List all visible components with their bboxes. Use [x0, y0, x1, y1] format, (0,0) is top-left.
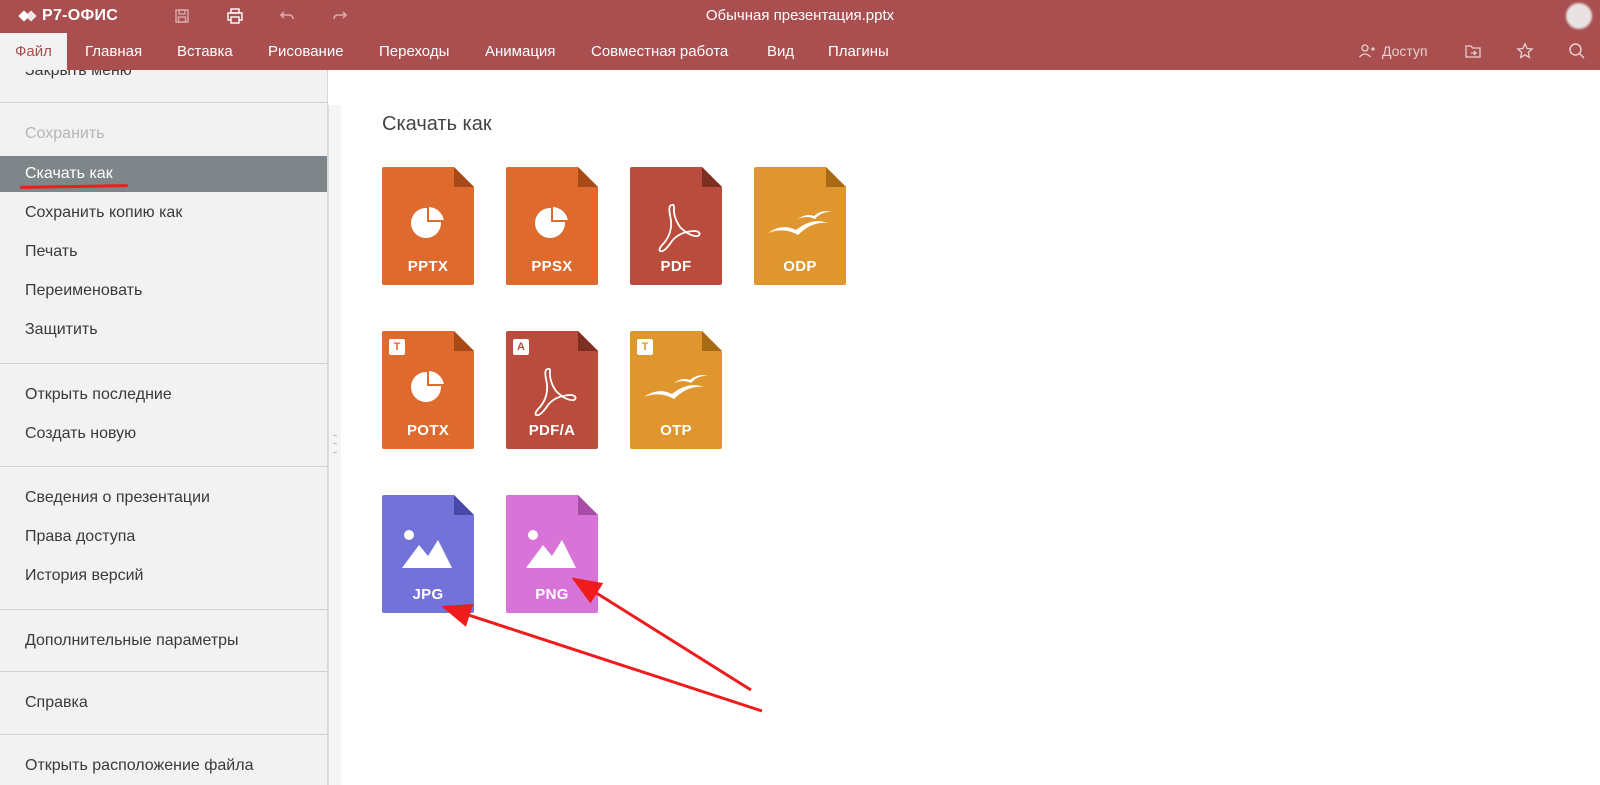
share-label: Доступ [1382, 43, 1428, 59]
download-panel-title: Скачать как [382, 113, 492, 135]
format-pdf-button[interactable]: PDF [630, 167, 722, 285]
template-badge: T [389, 339, 405, 355]
format-pdfa-button[interactable]: A PDF/A [506, 331, 598, 449]
title-bar: Р7-ОФИС Обычная презентация.pptx [0, 0, 1600, 33]
format-label: PNG [535, 586, 569, 603]
tab-transitions[interactable]: Переходы [364, 33, 464, 70]
close-menu-item[interactable]: Закрыть меню [0, 70, 327, 89]
tab-collaboration[interactable]: Совместная работа [576, 33, 743, 70]
menu-divider [0, 609, 327, 610]
open-file-location-item[interactable]: Открыть расположение файла [0, 748, 327, 784]
print-item[interactable]: Печать [0, 234, 327, 270]
format-potx-button[interactable]: T POTX [382, 331, 474, 449]
format-label: JPG [412, 586, 444, 603]
file-menu-panel: Закрыть меню Сохранить Скачать как Сохра… [0, 70, 328, 785]
format-png-button[interactable]: PNG [506, 495, 598, 613]
format-label: OTP [660, 422, 692, 439]
open-location-icon[interactable] [1464, 41, 1482, 61]
menu-divider [0, 102, 327, 103]
access-rights-item[interactable]: Права доступа [0, 519, 327, 555]
tab-insert[interactable]: Вставка [162, 33, 248, 70]
presentation-info-item[interactable]: Сведения о презентации [0, 480, 327, 516]
format-label: PDF/A [528, 422, 576, 439]
format-label: POTX [406, 422, 450, 439]
advanced-settings-item[interactable]: Дополнительные параметры [0, 623, 327, 659]
format-odp-button[interactable]: ODP [754, 167, 846, 285]
arrow-to-jpg [441, 603, 763, 713]
save-item[interactable]: Сохранить [0, 116, 327, 152]
template-badge: T [637, 339, 653, 355]
tab-draw[interactable]: Рисование [253, 33, 359, 70]
format-otp-button[interactable]: T OTP [630, 331, 722, 449]
format-jpg-button[interactable]: JPG [382, 495, 474, 613]
open-recent-item[interactable]: Открыть последние [0, 377, 327, 413]
create-new-item[interactable]: Создать новую [0, 416, 327, 452]
search-icon[interactable] [1568, 41, 1586, 61]
tab-home[interactable]: Главная [70, 33, 157, 70]
format-label: PPSX [531, 258, 573, 275]
archive-badge: A [513, 339, 529, 355]
format-label: PPTX [407, 258, 449, 275]
tab-animation[interactable]: Анимация [470, 33, 570, 70]
tab-view[interactable]: Вид [752, 33, 809, 70]
share-button[interactable]: Доступ [1358, 41, 1428, 61]
menu-divider [0, 671, 327, 672]
menu-divider [0, 363, 327, 364]
share-user-icon [1359, 44, 1375, 58]
help-item[interactable]: Справка [0, 685, 327, 721]
arrow-to-png [571, 577, 752, 692]
menu-bar: Файл Главная Вставка Рисование Переходы … [0, 33, 1600, 70]
panel-resize-handle[interactable] [328, 105, 341, 785]
save-copy-as-item[interactable]: Сохранить копию как [0, 195, 327, 231]
document-title: Обычная презентация.pptx [705, 7, 895, 24]
rename-item[interactable]: Переименовать [0, 273, 327, 309]
menu-divider [0, 734, 327, 735]
format-label: ODP [783, 258, 817, 275]
favorite-star-icon[interactable] [1516, 41, 1534, 61]
format-label: PDF [660, 258, 692, 275]
protect-item[interactable]: Защитить [0, 312, 327, 348]
tab-file[interactable]: Файл [0, 33, 67, 70]
format-pptx-button[interactable]: PPTX [382, 167, 474, 285]
menu-divider [0, 466, 327, 467]
format-ppsx-button[interactable]: PPSX [506, 167, 598, 285]
tab-plugins[interactable]: Плагины [813, 33, 904, 70]
version-history-item[interactable]: История версий [0, 558, 327, 594]
user-avatar[interactable] [1566, 3, 1592, 29]
